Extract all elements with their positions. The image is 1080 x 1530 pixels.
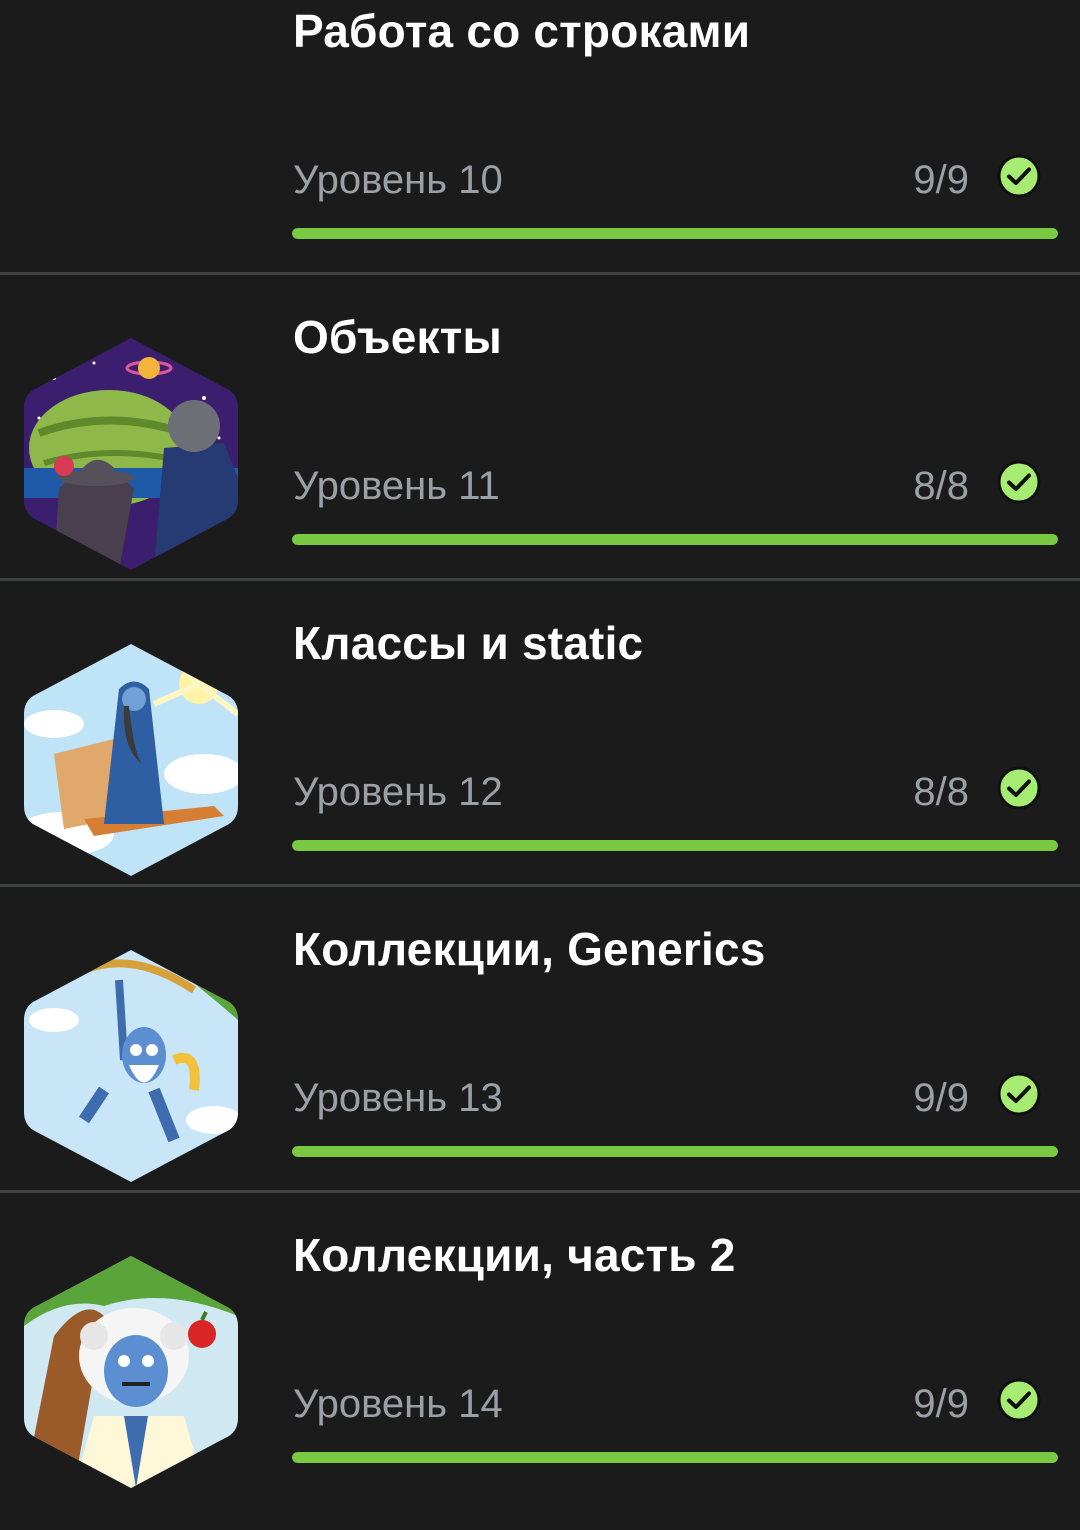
progress-bar-fill <box>292 840 1058 851</box>
lesson-row-1[interactable]: Объекты Уровень 11 8/8 <box>0 306 1080 612</box>
lesson-level: Уровень 10 <box>293 158 503 202</box>
progress-bar-fill <box>292 1452 1058 1463</box>
lesson-level: Уровень 14 <box>293 1382 503 1426</box>
row-divider <box>0 272 1080 275</box>
lesson-level: Уровень 12 <box>293 770 503 814</box>
lesson-count: 9/9 <box>913 1076 969 1120</box>
lesson-level: Уровень 11 <box>293 464 500 508</box>
lesson-title: Классы и static <box>293 617 644 669</box>
row-divider <box>0 1190 1080 1193</box>
progress-bar <box>292 534 1058 545</box>
progress-bar-fill <box>292 1146 1058 1157</box>
check-circle-icon <box>997 766 1041 810</box>
row-divider <box>0 884 1080 887</box>
lesson-count: 8/8 <box>913 464 969 508</box>
lesson-row-4[interactable]: Коллекции, часть 2 Уровень 14 9/9 <box>0 1224 1080 1530</box>
progress-bar <box>292 228 1058 239</box>
check-circle-icon <box>997 154 1041 198</box>
progress-bar <box>292 1146 1058 1157</box>
progress-bar <box>292 840 1058 851</box>
lesson-title: Коллекции, часть 2 <box>293 1229 736 1281</box>
lesson-row-3[interactable]: Коллекции, Generics Уровень 13 9/9 <box>0 918 1080 1224</box>
lesson-level: Уровень 13 <box>293 1076 503 1120</box>
progress-bar <box>292 1452 1058 1463</box>
check-circle-icon <box>997 1378 1041 1422</box>
lesson-row-2[interactable]: Классы и static Уровень 12 8/8 <box>0 612 1080 918</box>
space-observers-illustration <box>24 338 238 570</box>
check-circle-icon <box>997 1072 1041 1116</box>
lesson-count: 9/9 <box>913 158 969 202</box>
lesson-title: Объекты <box>293 311 502 363</box>
wizard-flying-carpet-illustration <box>24 644 238 876</box>
lesson-row-0[interactable]: Работа со строками Уровень 10 9/9 <box>0 0 1080 306</box>
lesson-title: Работа со строками <box>293 5 751 57</box>
lesson-count: 9/9 <box>913 1382 969 1426</box>
robot-under-apple-tree-illustration <box>24 1256 238 1488</box>
robot-on-vine-illustration <box>24 950 238 1182</box>
lesson-count: 8/8 <box>913 770 969 814</box>
check-circle-icon <box>997 460 1041 504</box>
row-divider <box>0 578 1080 581</box>
progress-bar-fill <box>292 228 1058 239</box>
progress-bar-fill <box>292 534 1058 545</box>
lesson-title: Коллекции, Generics <box>293 923 766 975</box>
